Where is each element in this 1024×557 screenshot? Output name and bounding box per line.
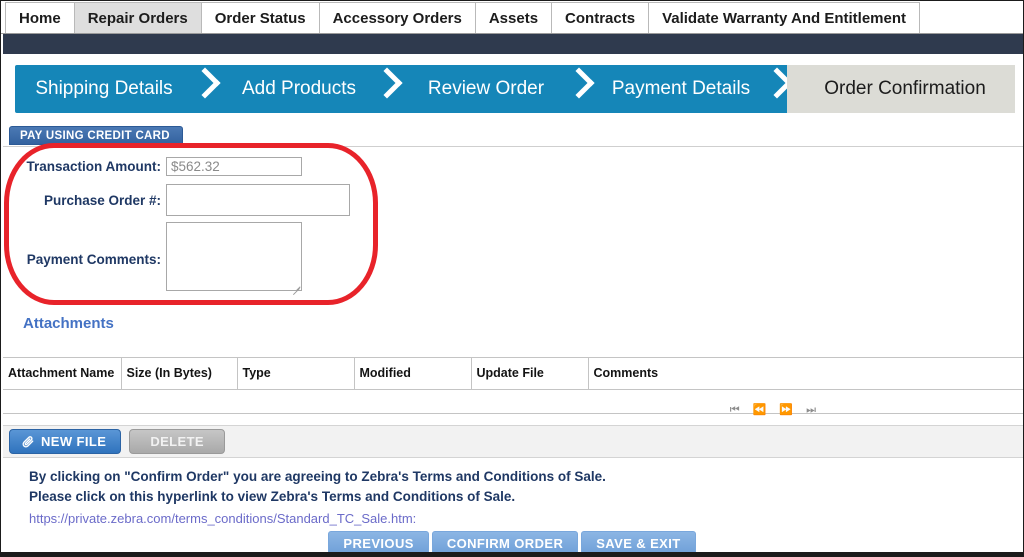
column-modified[interactable]: Modified — [354, 357, 472, 390]
attachments-pagination: ⏮ ⏪ ⏩ ⏭ — [1, 399, 1021, 421]
nav-tab-order-status[interactable]: Order Status — [200, 2, 320, 33]
page-bottom-edge — [1, 552, 1023, 556]
wizard-chevron-4-icon — [765, 65, 795, 113]
attachments-table-header-row: Attachment Name Size (In Bytes) Type Mod… — [3, 357, 1023, 390]
column-size-in-bytes[interactable]: Size (In Bytes) — [121, 357, 238, 390]
payment-comments-row: Payment Comments: — [19, 222, 302, 296]
purchase-order-label: Purchase Order #: — [43, 192, 161, 208]
wizard-chevron-1-icon — [193, 65, 223, 113]
transaction-amount-input — [166, 157, 302, 176]
nav-tab-repair-orders[interactable]: Repair Orders — [73, 2, 202, 33]
pagination-first-icon[interactable]: ⏮ — [730, 404, 740, 416]
column-attachment-name[interactable]: Attachment Name — [3, 357, 122, 390]
terms-hyperlink-instruction: Please click on this hyperlink to view Z… — [29, 489, 516, 504]
terms-conditions-link[interactable]: https://private.zebra.com/terms_conditio… — [29, 511, 416, 526]
terms-agreement-line: By clicking on "Confirm Order" you are a… — [29, 469, 606, 484]
pagination-previous-icon[interactable]: ⏪ — [753, 404, 767, 416]
wizard-step-add-products[interactable]: Add Products — [223, 65, 375, 113]
terms-and-conditions-block: By clicking on "Confirm Order" you are a… — [29, 467, 989, 528]
wizard-step-payment-details[interactable]: Payment Details — [597, 65, 765, 113]
navigation-accent-bar — [3, 34, 1023, 54]
order-confirmation-page: Home Repair Orders Order Status Accessor… — [0, 0, 1024, 557]
main-navigation-tabs: Home Repair Orders Order Status Accessor… — [1, 1, 1023, 34]
wizard-step-order-confirmation[interactable]: Order Confirmation — [795, 65, 1015, 113]
transaction-amount-label: Transaction Amount: — [26, 159, 161, 174]
pagination-next-icon[interactable]: ⏩ — [779, 404, 793, 416]
column-update-file[interactable]: Update File — [471, 357, 589, 390]
wizard-step-review-order[interactable]: Review Order — [405, 65, 567, 113]
purchase-order-input[interactable] — [166, 184, 350, 216]
column-type[interactable]: Type — [237, 357, 355, 390]
pay-using-credit-card-tab[interactable]: PAY USING CREDIT CARD — [9, 126, 183, 145]
nav-tab-validate-warranty[interactable]: Validate Warranty And Entitlement — [648, 2, 920, 33]
attachments-section-title: Attachments — [23, 315, 114, 332]
new-file-label: NEW FILE — [41, 434, 107, 449]
wizard-chevron-2-icon — [375, 65, 405, 113]
purchase-order-row: Purchase Order #: — [19, 184, 350, 216]
nav-tab-home[interactable]: Home — [5, 2, 75, 33]
nav-tab-accessory-orders[interactable]: Accessory Orders — [318, 2, 476, 33]
wizard-step-shipping-details[interactable]: Shipping Details — [15, 65, 193, 113]
transaction-amount-row: Transaction Amount: — [19, 157, 302, 176]
payment-details-panel: Transaction Amount: Purchase Order #: Pa… — [3, 146, 1023, 301]
paperclip-icon — [21, 435, 35, 449]
column-comments[interactable]: Comments — [588, 357, 1023, 390]
attachments-toolbar: NEW FILE DELETE — [3, 425, 1023, 458]
nav-tab-contracts[interactable]: Contracts — [551, 2, 650, 33]
payment-comments-textarea[interactable] — [166, 222, 302, 291]
nav-tab-assets[interactable]: Assets — [474, 2, 553, 33]
new-file-button[interactable]: NEW FILE — [9, 429, 122, 454]
payment-comments-label: Payment Comments: — [26, 251, 161, 267]
checkout-wizard-steps: Shipping Details Add Products Review Ord… — [15, 65, 1015, 113]
delete-button[interactable]: DELETE — [129, 429, 225, 454]
pagination-last-icon[interactable]: ⏭ — [806, 404, 816, 416]
wizard-chevron-3-icon — [567, 65, 597, 113]
